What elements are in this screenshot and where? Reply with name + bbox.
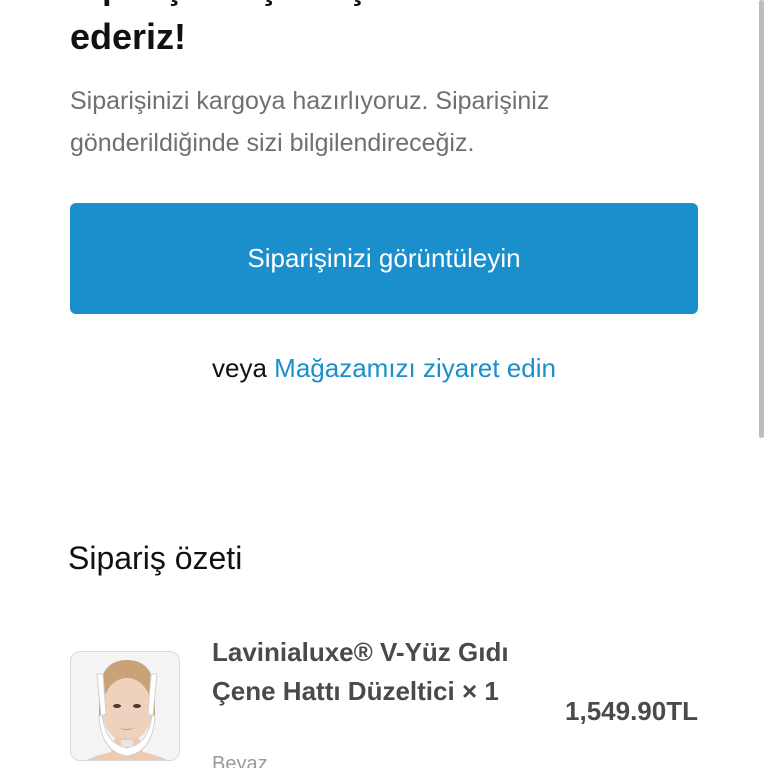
alternative-action: veya Mağazamızı ziyaret edin	[0, 350, 768, 386]
page-title: ederiz!	[70, 16, 187, 57]
visit-store-link[interactable]: Mağazamızı ziyaret edin	[274, 353, 556, 383]
product-image	[70, 651, 180, 761]
or-text: veya	[212, 353, 267, 383]
confirmation-message: Siparişinizi kargoya hazırlıyoruz. Sipar…	[70, 87, 550, 157]
product-quantity: × 1	[461, 676, 499, 706]
page-title-cut: Siparişiniz için teşekkür	[70, 0, 457, 8]
product-title[interactable]: Lavinialuxe® V-Yüz Gıdı Çene Hattı Düzel…	[212, 633, 512, 711]
product-price: 1,549.90TL	[565, 696, 698, 726]
product-variant: Beyaz	[212, 753, 268, 768]
order-summary-heading: Sipariş özeti	[68, 540, 243, 576]
view-order-button[interactable]: Siparişinizi görüntüleyin	[70, 203, 698, 314]
product-photo-icon	[71, 652, 179, 760]
scrollbar[interactable]	[759, 0, 764, 438]
